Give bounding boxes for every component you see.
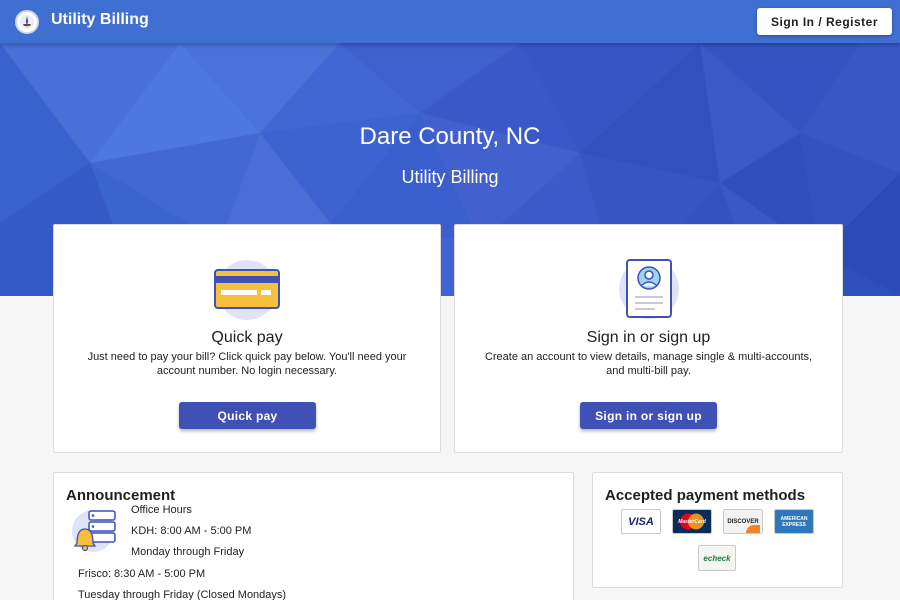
payment-methods-title: Accepted payment methods <box>605 487 806 504</box>
discover-logo-icon: DISCOVER <box>723 509 763 534</box>
top-navigation-bar: Utility Billing Sign In / Register <box>0 0 900 43</box>
american-express-logo-text: AMERICAN EXPRESS <box>780 515 808 528</box>
payment-methods-card: Accepted payment methods VISA MasterCard… <box>592 472 843 588</box>
hero-subtitle: Utility Billing <box>401 167 499 187</box>
quick-pay-card: Quick pay Just need to pay your bill? Cl… <box>53 224 441 453</box>
announcement-card: Announcement Office Hours KDH: 8:00 AM -… <box>53 472 574 600</box>
american-express-logo-icon: AMERICAN EXPRESS <box>774 509 814 534</box>
account-document-icon <box>619 259 679 319</box>
mastercard-logo-icon: MasterCard <box>672 509 712 534</box>
mastercard-logo-text: MasterCard <box>678 518 706 525</box>
sign-in-title: Sign in or sign up <box>586 329 711 346</box>
hero-title: Dare County, NC <box>359 123 541 150</box>
server-bell-icon <box>72 510 116 552</box>
announcement-title: Announcement <box>66 487 176 504</box>
county-seal-logo-icon[interactable] <box>15 10 39 34</box>
discover-orange-accent <box>746 525 760 533</box>
sign-in-description: Create an account to view details, manag… <box>484 351 813 377</box>
credit-card-icon <box>214 260 280 320</box>
echeck-logo-text: echeck <box>703 553 731 563</box>
announcement-line: KDH: 8:00 AM - 5:00 PM <box>131 525 252 537</box>
sign-in-card: Sign in or sign up Create an account to … <box>454 224 843 453</box>
visa-logo-icon: VISA <box>621 509 661 534</box>
app-title[interactable]: Utility Billing <box>51 11 149 29</box>
announcement-line: Frisco: 8:30 AM - 5:00 PM <box>78 568 206 580</box>
announcement-line: Tuesday through Friday (Closed Mondays) <box>78 589 287 600</box>
sign-in-register-button[interactable]: Sign In / Register <box>757 8 892 35</box>
echeck-logo-icon: echeck <box>698 545 736 571</box>
quick-pay-button[interactable]: Quick pay <box>179 402 316 429</box>
discover-logo-text: DISCOVER <box>727 518 759 525</box>
quick-pay-title: Quick pay <box>211 329 283 346</box>
quick-pay-description: Just need to pay your bill? Click quick … <box>87 351 407 377</box>
announcement-line: Office Hours <box>131 504 192 516</box>
sign-in-sign-up-button[interactable]: Sign in or sign up <box>580 402 717 429</box>
announcement-line: Monday through Friday <box>131 546 245 558</box>
visa-logo-text: VISA <box>628 515 654 528</box>
